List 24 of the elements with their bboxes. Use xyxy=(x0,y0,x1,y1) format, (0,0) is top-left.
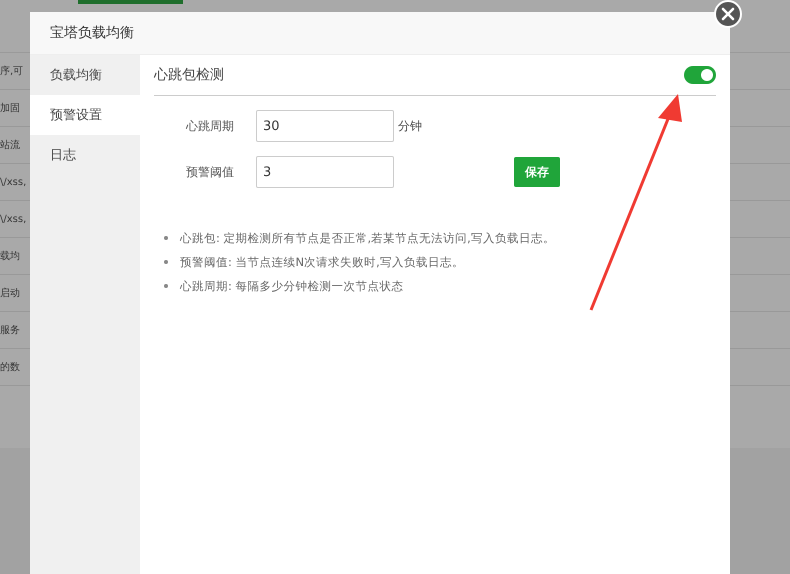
background-text: \/xss, xyxy=(0,214,28,224)
input-field[interactable]: 3 xyxy=(256,156,394,188)
section-title: 心跳包检测 xyxy=(154,66,224,84)
background-text: 启动 xyxy=(0,286,21,300)
dialog-title: 宝塔负载均衡 xyxy=(50,24,134,42)
sidebar-item[interactable]: 负载均衡 xyxy=(30,55,140,95)
background-text: 的数 xyxy=(0,361,21,374)
toggle-switch[interactable] xyxy=(684,66,716,84)
background-text: \/xss, xyxy=(0,176,28,188)
note-text: 预警阈值: 当节点连续N次请求失败时,写入负载日志。 xyxy=(180,254,464,270)
field-label: 心跳周期 xyxy=(186,118,235,134)
sidebar-item[interactable]: 日志 xyxy=(30,135,140,175)
background-text: 服务 xyxy=(0,324,21,337)
background-text: 序,可 xyxy=(0,64,24,78)
input-field[interactable]: 30 xyxy=(256,110,394,142)
unit-label: 分钟 xyxy=(398,118,422,134)
background-text: 站流 xyxy=(0,138,21,152)
note-text: 心跳周期: 每隔多少分钟检测一次节点状态 xyxy=(180,278,404,294)
sidebar-item[interactable]: 预警设置 xyxy=(30,95,140,135)
close-icon[interactable] xyxy=(714,0,742,28)
note-text: 心跳包: 定期检测所有节点是否正常,若某节点无法访问,写入负载日志。 xyxy=(180,230,555,246)
background-text: 载均 xyxy=(0,250,21,263)
field-label: 预警阈值 xyxy=(186,164,235,180)
background-text: 加固 xyxy=(0,102,21,115)
